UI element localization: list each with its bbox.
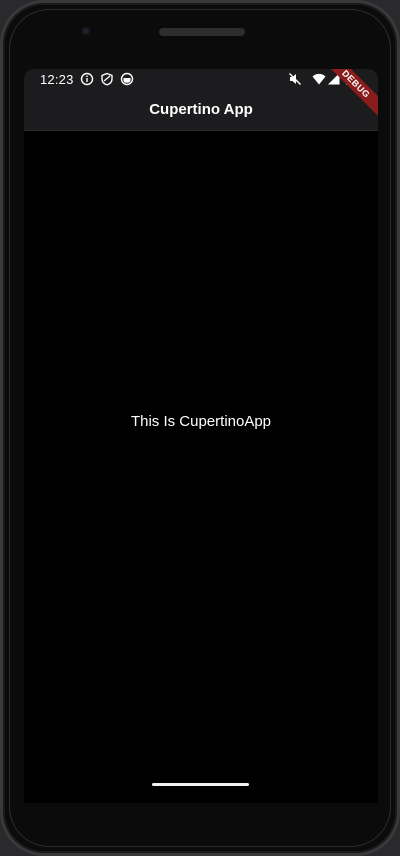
circle-record-icon (120, 72, 134, 86)
shield-icon (100, 72, 114, 86)
page-title: Cupertino App (149, 101, 253, 118)
navigation-bar: Cupertino App (24, 90, 378, 131)
mute-icon (288, 72, 302, 86)
body-text: This Is CupertinoApp (130, 413, 272, 430)
front-camera (81, 26, 91, 36)
phone-frame: 12:23 Cupertino App DEBUG This Is Cupert… (0, 0, 400, 856)
status-time: 12:23 (40, 72, 74, 87)
status-bar: 12:23 (24, 69, 378, 90)
info-circle-icon (80, 72, 94, 86)
home-indicator[interactable] (152, 783, 249, 786)
earpiece-speaker (159, 28, 245, 36)
wifi-icon (312, 72, 326, 86)
app-screen: 12:23 Cupertino App DEBUG This Is Cupert… (24, 69, 378, 803)
